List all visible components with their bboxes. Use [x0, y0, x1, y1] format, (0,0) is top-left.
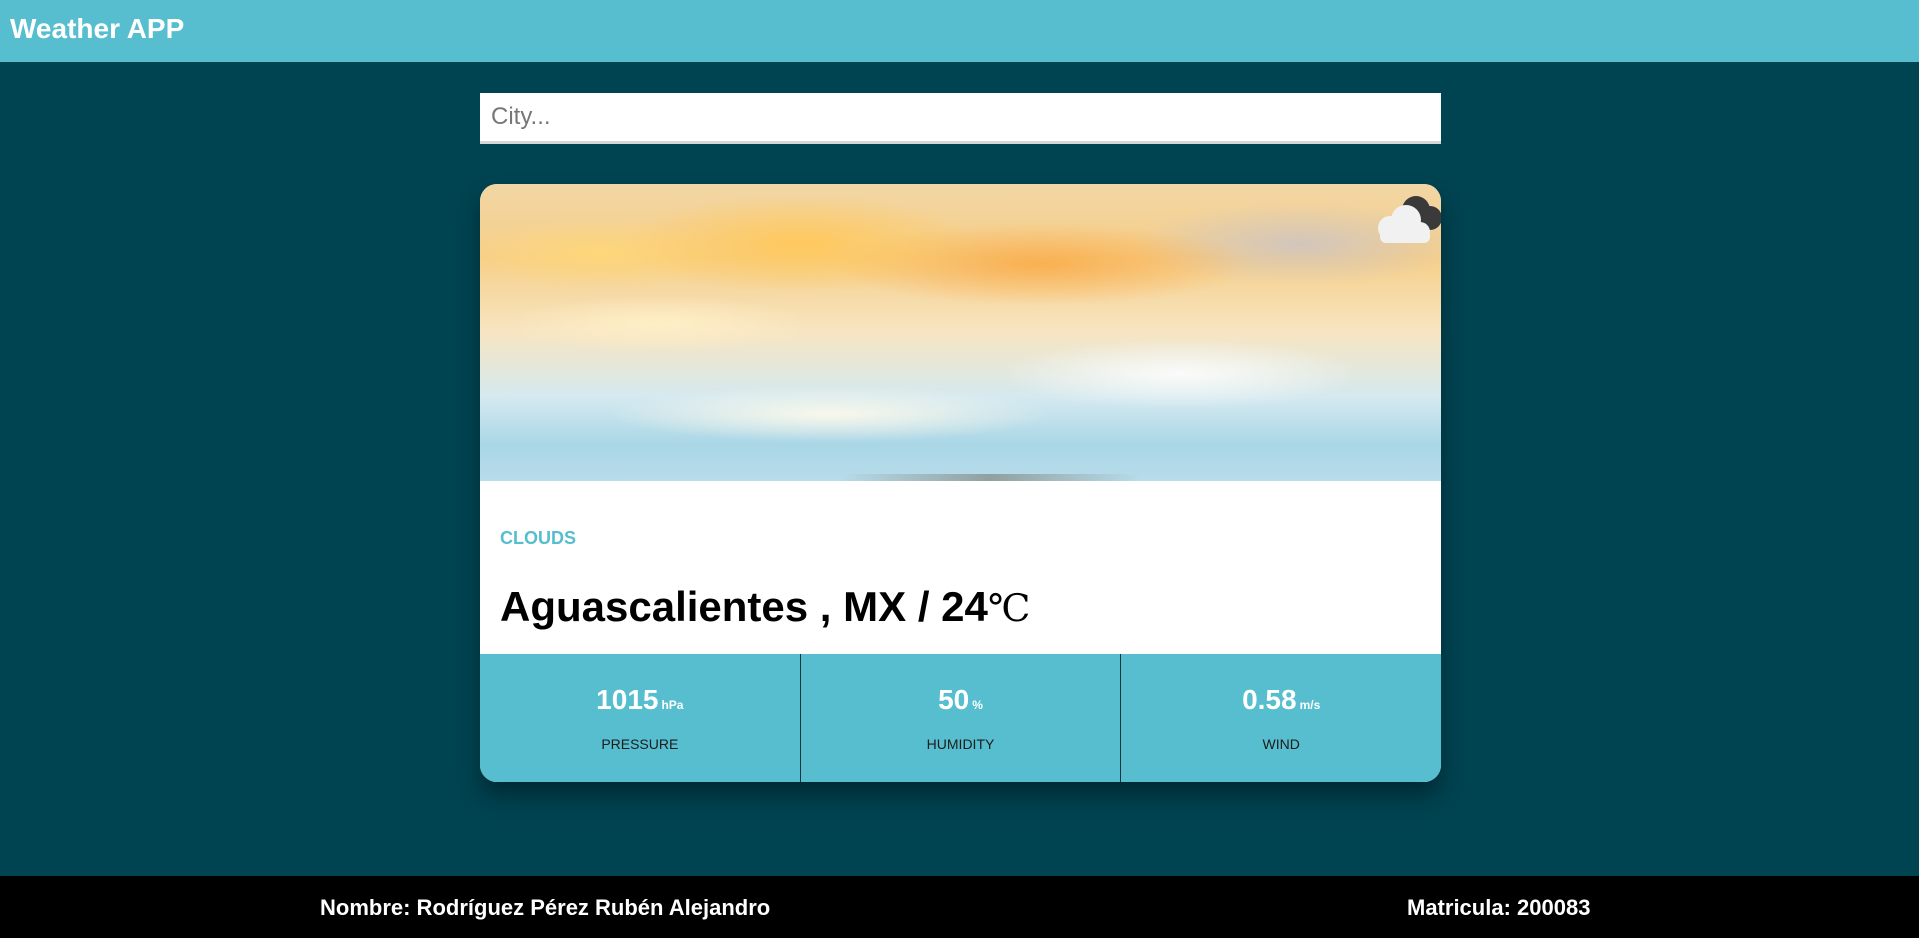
temperature-value: 24: [941, 583, 988, 630]
stat-pressure: 1015 hPa PRESSURE: [480, 654, 801, 782]
page-footer: Nombre: Rodríguez Pérez Rubén Alejandro …: [0, 876, 1919, 938]
pressure-label: PRESSURE: [601, 736, 679, 752]
cloud-icon: [1378, 196, 1441, 243]
app-header: Weather APP: [0, 0, 1919, 62]
app-title: Weather APP: [10, 13, 185, 44]
student-id: Matricula: 200083: [1407, 895, 1591, 920]
separator: /: [906, 583, 942, 630]
wind-value: 0.58: [1242, 684, 1297, 715]
pressure-value: 1015: [596, 684, 659, 715]
stat-wind: 0.58 m/s WIND: [1121, 654, 1441, 782]
humidity-value: 50: [938, 684, 970, 715]
country-code: MX: [843, 583, 907, 630]
weather-card: CLOUDS Aguascalientes , MX / 24℃ 1015 hPa…: [480, 184, 1441, 782]
humidity-label: HUMIDITY: [926, 736, 995, 752]
location-temperature: Aguascalientes , MX / 24℃: [500, 582, 1030, 633]
wind-label: WIND: [1262, 736, 1300, 752]
stat-humidity: 50% HUMIDITY: [801, 654, 1122, 782]
humidity-unit: %: [972, 698, 983, 712]
pressure-unit: hPa: [661, 698, 684, 712]
city-name: Aguascalientes: [500, 583, 809, 630]
sky-image: [480, 184, 1441, 481]
student-name: Nombre: Rodríguez Pérez Rubén Alejandro: [320, 895, 771, 920]
temperature-unit: ℃: [987, 586, 1031, 630]
separator: ,: [808, 583, 844, 630]
weather-stats: 1015 hPa PRESSURE 50% HUMIDITY 0.58 m/s WI…: [480, 654, 1441, 782]
city-search-input[interactable]: [480, 93, 1441, 144]
weather-condition: CLOUDS: [500, 528, 576, 548]
wind-unit: m/s: [1299, 698, 1321, 712]
